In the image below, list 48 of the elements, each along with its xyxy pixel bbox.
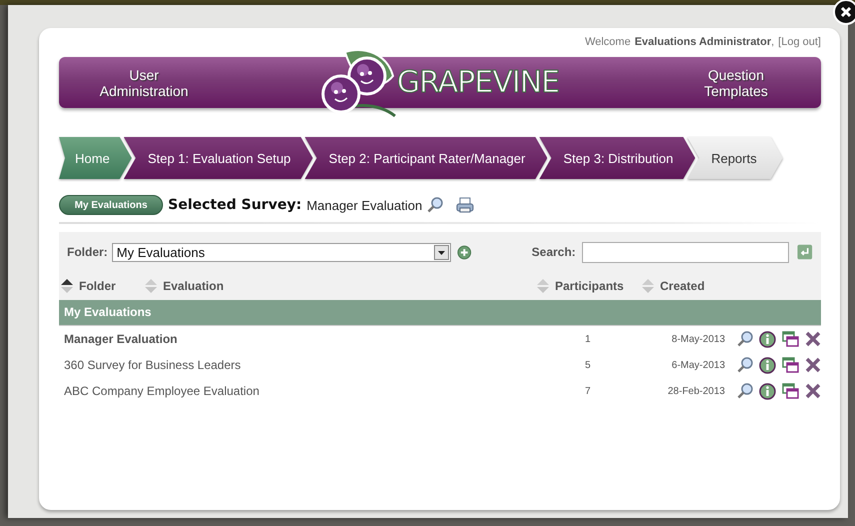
folder-label: Folder: [67, 245, 108, 259]
logo-text: GRAPEVINE [396, 65, 560, 100]
search-icon[interactable] [737, 357, 753, 373]
participants-cell-text: 1 [584, 334, 592, 344]
search-field[interactable] [582, 242, 790, 262]
copy-windows-icon[interactable] [782, 383, 799, 399]
search-icon[interactable] [427, 197, 444, 213]
search-icon[interactable] [737, 383, 753, 399]
printer-icon[interactable] [456, 197, 474, 213]
delete-icon[interactable] [805, 357, 821, 373]
delete-icon[interactable] [805, 331, 821, 347]
step-tab[interactable]: Step 2: Participant Rater/Manager [304, 137, 548, 179]
column-header[interactable]: Evaluation [145, 279, 537, 293]
step-tab[interactable]: Home [59, 137, 132, 179]
logout-link[interactable]: [Log out] [778, 36, 821, 48]
delete-icon[interactable] [805, 383, 821, 399]
add-icon[interactable] [457, 244, 472, 260]
evaluation-name[interactable]: Manager Evaluation [64, 332, 555, 346]
group-header-row: My Evaluations [59, 300, 821, 326]
folder-dropdown[interactable]: My Evaluations [112, 242, 452, 262]
selected-survey-label: Selected Survey: [168, 197, 302, 213]
evaluation-name[interactable]: ABC Company Employee Evaluation [64, 384, 555, 398]
column-header[interactable]: Participants [537, 279, 642, 293]
created-date: 28-Feb-2013 [666, 386, 725, 396]
step-tab[interactable]: Step 1: Evaluation Setup [124, 137, 313, 179]
search-label: Search: [532, 245, 576, 259]
info-icon[interactable] [759, 356, 776, 374]
search-icon[interactable] [737, 331, 753, 347]
created-date: 8-May-2013 [670, 334, 725, 344]
my-evaluations-button[interactable]: My Evaluations [59, 195, 163, 215]
selected-survey-name: Manager Evaluation [306, 198, 422, 212]
copy-windows-icon[interactable] [782, 357, 799, 373]
column-header[interactable]: Created [642, 279, 705, 293]
copy-windows-icon[interactable] [782, 331, 799, 347]
info-icon[interactable] [759, 382, 776, 400]
step-tab[interactable]: Step 3: Distribution [539, 137, 696, 179]
comma-separator: , [771, 36, 774, 48]
column-header[interactable]: Folder [61, 279, 145, 293]
user-administration-link[interactable]: User Administration [59, 66, 229, 98]
participants-cell-text: 7 [584, 386, 592, 396]
evaluation-name[interactable]: 360 Survey for Business Leaders [64, 358, 555, 372]
question-templates-link[interactable]: Question Templates [651, 66, 821, 98]
welcome-label: Welcome [584, 36, 631, 48]
close-icon [839, 5, 853, 19]
created-date: 6-May-2013 [670, 360, 725, 370]
participants-cell-text: 5 [584, 360, 592, 370]
info-icon[interactable] [759, 330, 776, 348]
user-name: Evaluations Administrator [634, 36, 772, 48]
